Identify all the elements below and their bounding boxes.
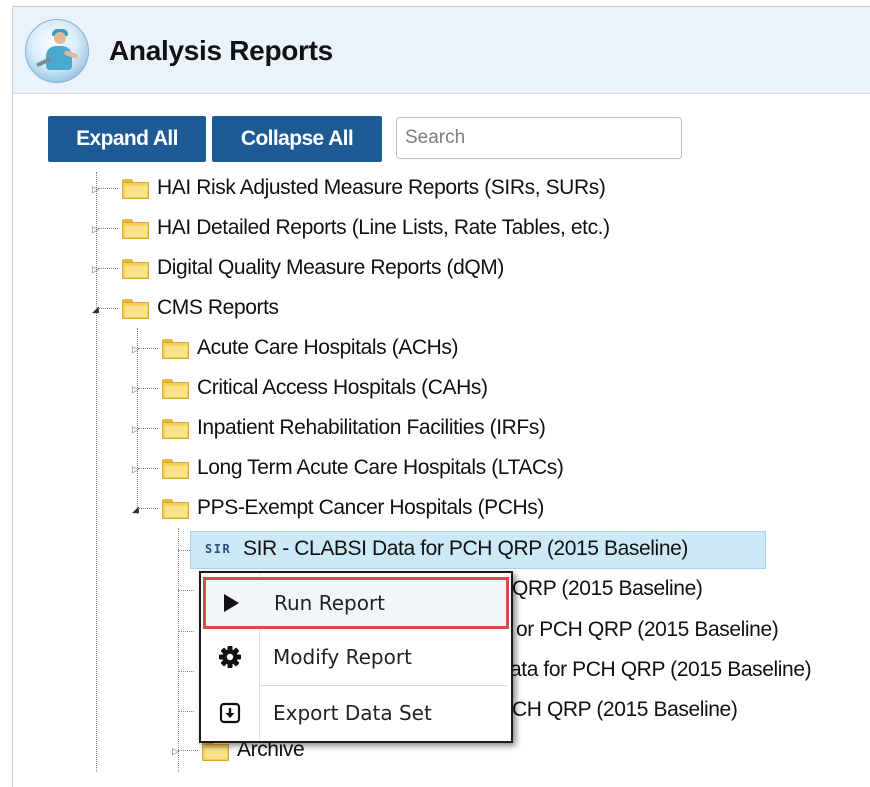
folder-icon (202, 741, 229, 761)
menu-item-label: Modify Report (273, 645, 412, 669)
export-data-set-menu-item[interactable]: Export Data Set (201, 687, 511, 739)
expand-arrow-icon[interactable]: ▷ (132, 343, 142, 355)
folder-icon (122, 259, 149, 279)
folder-icon (162, 459, 189, 479)
page-title: Analysis Reports (109, 35, 333, 66)
folder-icon (162, 339, 189, 359)
tree-folder-inpatient-rehab[interactable]: ▷ Inpatient Rehabilitation Facilities (I… (132, 411, 622, 447)
tree-folder-label: Digital Quality Measure Reports (dQM) (157, 256, 504, 279)
expand-all-button[interactable]: Expand All (48, 116, 206, 162)
folder-icon (162, 499, 189, 519)
collapse-arrow-icon[interactable]: ◢ (132, 503, 142, 515)
menu-item-label: Run Report (274, 591, 386, 615)
tree-report-sir-clabsi[interactable]: SIR SIR - CLABSI Data for PCH QRP (2015 … (190, 531, 766, 569)
tree-folder-acute-care[interactable]: ▷ Acute Care Hospitals (ACHs) (132, 331, 532, 367)
tree-folder-label: HAI Risk Adjusted Measure Reports (SIRs,… (157, 176, 606, 199)
download-icon (219, 702, 241, 724)
folder-icon (122, 219, 149, 239)
tree-folder-label: HAI Detailed Reports (Line Lists, Rate T… (157, 216, 610, 239)
tree-folder-hai-risk-adjusted[interactable]: ▷ HAI Risk Adjusted Measure Reports (SIR… (92, 171, 672, 207)
expand-arrow-icon[interactable]: ▷ (132, 463, 142, 475)
collapse-all-button[interactable]: Collapse All (212, 116, 382, 162)
tree-folder-label: Critical Access Hospitals (CAHs) (197, 376, 488, 399)
tree-folder-hai-detailed[interactable]: ▷ HAI Detailed Reports (Line Lists, Rate… (92, 211, 682, 247)
folder-icon (122, 299, 149, 319)
search-input[interactable] (396, 117, 682, 159)
tree-folder-label: Long Term Acute Care Hospitals (LTACs) (197, 456, 564, 479)
folder-icon (162, 379, 189, 399)
tree-folder-critical-access[interactable]: ▷ Critical Access Hospitals (CAHs) (132, 371, 552, 407)
tree-report-label: SIR - CLABSI Data for PCH QRP (2015 Base… (243, 537, 688, 560)
play-icon (224, 594, 239, 612)
tree-report-label: or PCH QRP (2015 Baseline) (516, 618, 779, 641)
tree-folder-long-term-acute[interactable]: ▷ Long Term Acute Care Hospitals (LTACs) (132, 451, 632, 487)
run-report-menu-item[interactable]: Run Report (203, 577, 509, 629)
sir-report-icon: SIR (205, 542, 232, 556)
tree-folder-label: PPS-Exempt Cancer Hospitals (PCHs) (197, 496, 544, 519)
tree-report-label: QRP (2015 Baseline) (512, 577, 703, 600)
menu-item-label: Export Data Set (273, 701, 432, 725)
tree-report-label: CH QRP (2015 Baseline) (512, 698, 738, 721)
expand-arrow-icon[interactable]: ▷ (172, 745, 182, 757)
expand-arrow-icon[interactable]: ▷ (92, 183, 102, 195)
tree-folder-label: Inpatient Rehabilitation Facilities (IRF… (197, 416, 546, 439)
tree-report-label: ata for PCH QRP (2015 Baseline) (510, 658, 812, 681)
expand-arrow-icon[interactable]: ▷ (92, 263, 102, 275)
report-context-menu: Run Report Modify Report Export Data Set (199, 571, 513, 743)
analysis-reports-logo-icon (25, 19, 89, 83)
tree-folder-label: Acute Care Hospitals (ACHs) (197, 336, 459, 359)
tree-folder-label: CMS Reports (157, 296, 279, 319)
expand-arrow-icon[interactable]: ▷ (132, 423, 142, 435)
folder-icon (162, 419, 189, 439)
tree-folder-pps-exempt[interactable]: ◢ PPS-Exempt Cancer Hospitals (PCHs) (132, 491, 602, 527)
menu-separator (261, 685, 507, 686)
modify-report-menu-item[interactable]: Modify Report (201, 631, 511, 683)
gear-icon (219, 646, 241, 668)
tree-folder-cms-reports[interactable]: ◢ CMS Reports (92, 291, 332, 327)
tree-folder-digital-quality[interactable]: ▷ Digital Quality Measure Reports (dQM) (92, 251, 592, 287)
folder-icon (122, 179, 149, 199)
panel-header: Analysis Reports (13, 7, 870, 94)
expand-arrow-icon[interactable]: ▷ (132, 383, 142, 395)
expand-arrow-icon[interactable]: ▷ (92, 223, 102, 235)
collapse-arrow-icon[interactable]: ◢ (92, 303, 102, 315)
